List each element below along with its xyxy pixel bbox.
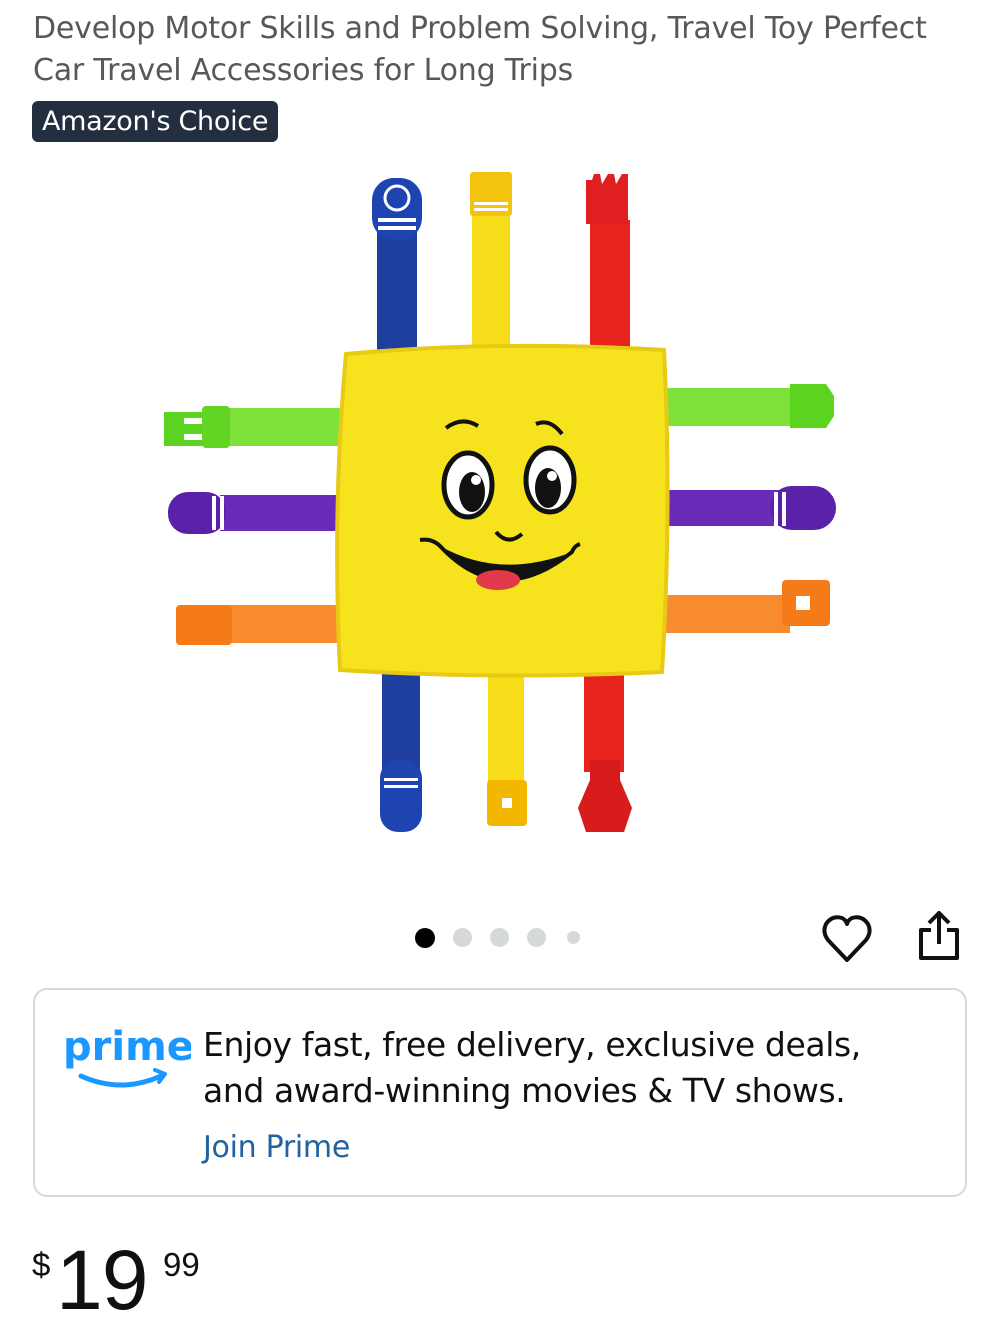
- price-symbol: $: [32, 1246, 51, 1283]
- prime-promo-card[interactable]: prime Enjoy fast, free delivery, exclusi…: [33, 988, 967, 1197]
- product-title-line1: Develop Motor Skills and Problem Solving…: [33, 11, 927, 46]
- prime-description-line2: and award-winning movies & TV shows.: [203, 1071, 846, 1110]
- price-fraction: 99: [163, 1246, 200, 1283]
- amazons-choice-badge[interactable]: Amazon's Choice: [32, 101, 279, 142]
- plush-buckle-toy-image: [164, 172, 836, 832]
- heart-icon[interactable]: [820, 912, 874, 966]
- prime-logo: prime: [61, 1018, 194, 1098]
- product-title-line2: Car Travel Accessories for Long Trips: [33, 53, 574, 88]
- prime-logo-text: prime: [63, 1024, 191, 1070]
- price-whole: 19: [56, 1233, 148, 1327]
- join-prime-link[interactable]: Join Prime: [203, 1128, 350, 1168]
- product-title: Develop Motor Skills and Problem Solving…: [33, 8, 973, 92]
- carousel-dot-4[interactable]: [527, 928, 546, 947]
- prime-description-line1: Enjoy fast, free delivery, exclusive dea…: [203, 1025, 861, 1064]
- product-image[interactable]: [150, 160, 850, 850]
- carousel-dot-5[interactable]: [567, 931, 580, 944]
- prime-description: Enjoy fast, free delivery, exclusive dea…: [203, 1022, 943, 1114]
- carousel-dot-2[interactable]: [453, 928, 472, 947]
- carousel-dot-1[interactable]: [415, 928, 435, 948]
- share-icon[interactable]: [913, 908, 965, 964]
- carousel-dot-3[interactable]: [490, 928, 509, 947]
